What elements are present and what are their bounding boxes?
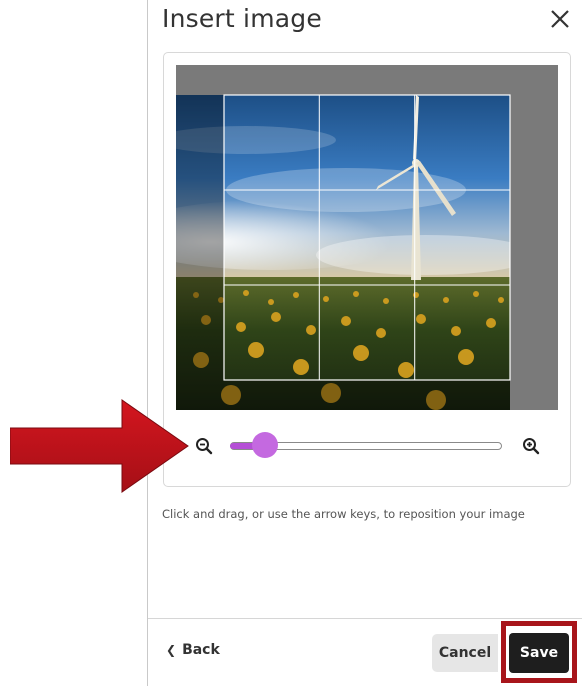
back-button[interactable]: ❮ Back xyxy=(166,642,220,658)
zoom-out-button[interactable] xyxy=(195,437,213,455)
footer-divider xyxy=(148,618,582,619)
annotation-arrow xyxy=(10,399,189,493)
zoom-in-icon xyxy=(523,438,540,455)
dialog-title: Insert image xyxy=(162,4,322,33)
zoom-out-icon xyxy=(196,438,213,455)
crop-canvas[interactable] xyxy=(176,65,558,410)
chevron-left-icon: ❮ xyxy=(166,643,177,657)
photo-image xyxy=(176,95,510,410)
cancel-button[interactable]: Cancel xyxy=(432,634,498,672)
close-button[interactable] xyxy=(547,6,573,32)
screenshot-stage: Insert image Click and drag, or use the … xyxy=(0,0,582,686)
save-button[interactable]: Save xyxy=(509,633,569,673)
zoom-in-button[interactable] xyxy=(522,437,540,455)
wind-turbine-photo[interactable] xyxy=(176,95,510,410)
back-label: Back xyxy=(182,642,220,658)
reposition-hint: Click and drag, or use the arrow keys, t… xyxy=(162,507,525,521)
close-icon xyxy=(551,10,569,28)
background-page xyxy=(0,0,147,686)
